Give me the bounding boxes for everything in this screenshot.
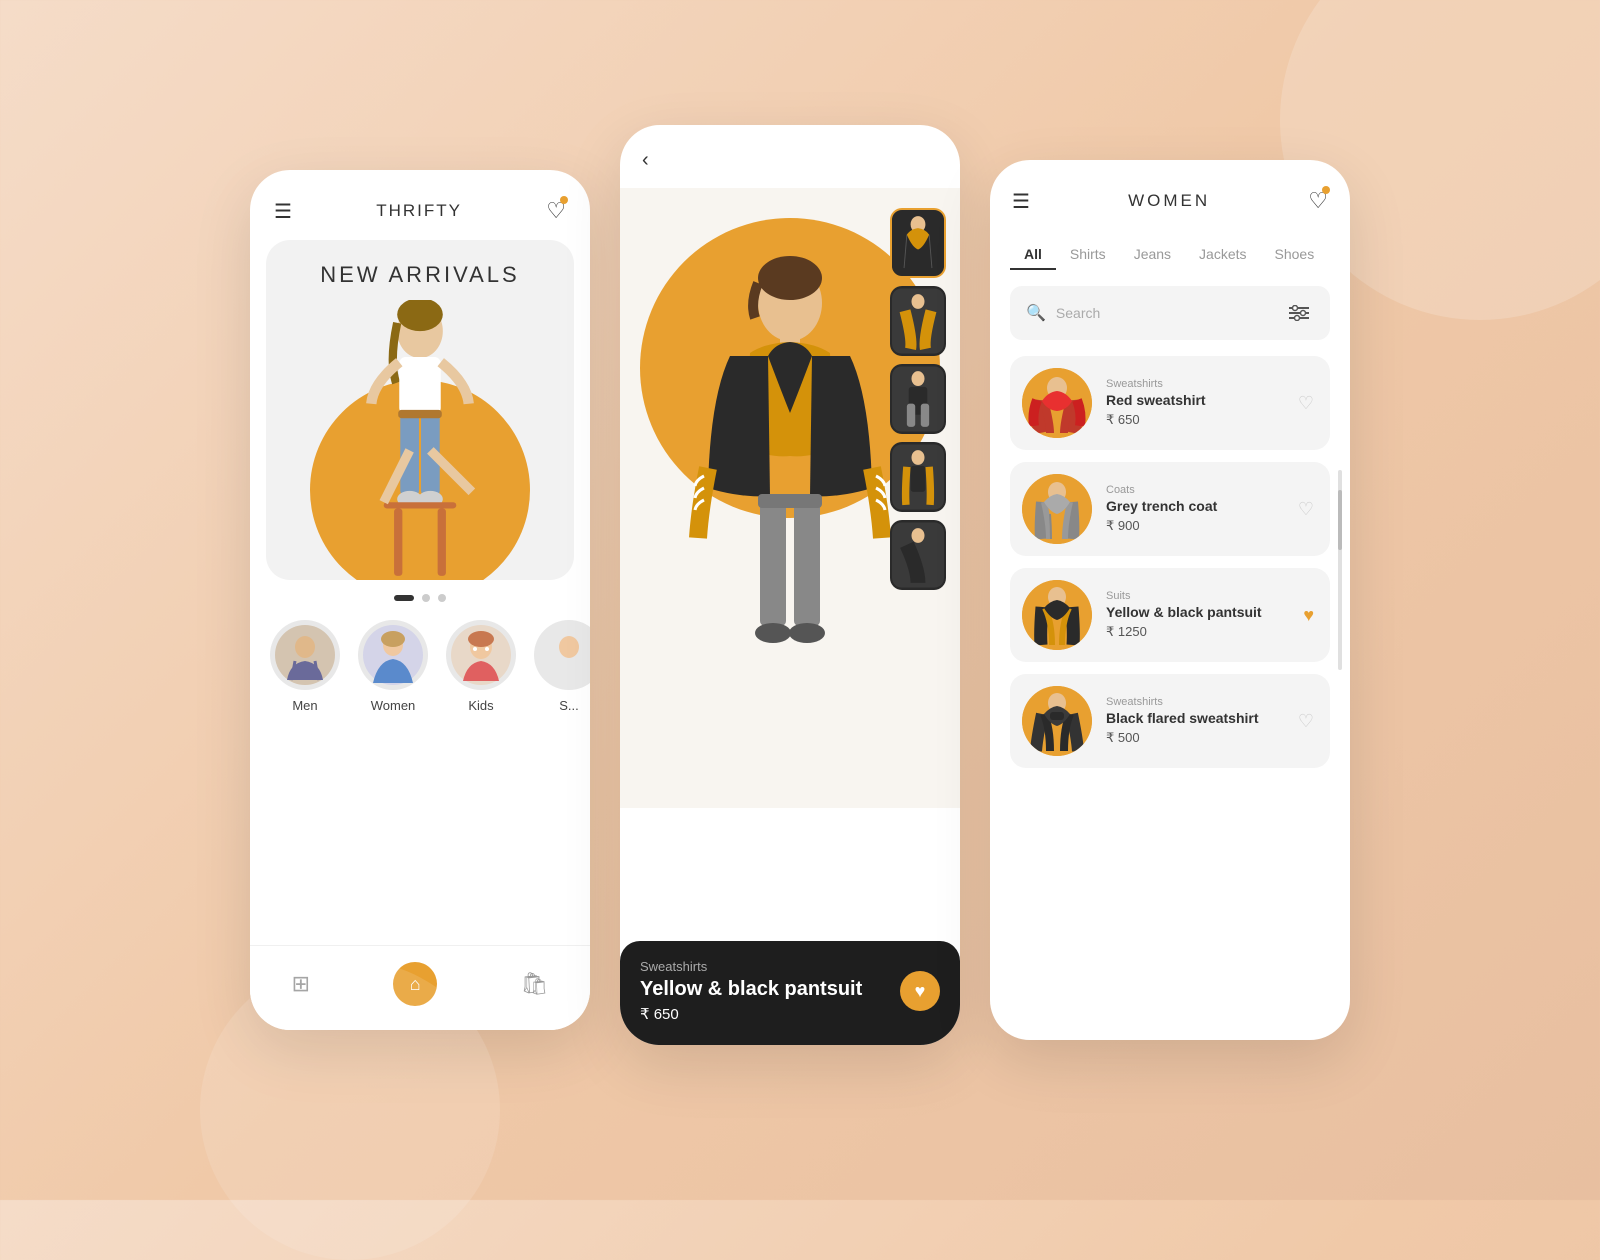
menu-icon-3[interactable]: ☰ [1012,189,1030,214]
back-button[interactable]: ‹ [642,149,649,172]
tab-jeans[interactable]: Jeans [1120,240,1185,270]
product-details-3: Suits Yellow & black pantsuit ₹ 1250 [1106,590,1289,640]
phone-product-detail: ‹ [620,125,960,1045]
phone3-header: ☰ WOMEN ♡ [990,160,1350,230]
product-name: Yellow & black pantsuit [640,978,862,1001]
dot-inactive[interactable] [438,594,446,602]
thumbnail-strip [890,208,946,590]
nav-grid[interactable]: ⊞ [292,971,310,997]
women-label: Women [371,698,416,713]
thumb-4[interactable] [890,442,946,512]
phone-women-list: ☰ WOMEN ♡ All Shirts Jeans Jackets Shoes… [990,160,1350,1040]
thumb-3[interactable] [890,364,946,434]
product-name-4: Black flared sweatshirt [1106,710,1284,726]
tab-shirts[interactable]: Shirts [1056,240,1120,270]
thumb-2[interactable] [890,286,946,356]
product-thumb-2 [1022,474,1092,544]
product-row-4[interactable]: Sweatshirts Black flared sweatshirt ₹ 50… [1010,674,1330,768]
grid-icon: ⊞ [292,971,310,997]
product-row-3[interactable]: Suits Yellow & black pantsuit ₹ 1250 ♥ [1010,568,1330,662]
product-thumb-1 [1022,368,1092,438]
tab-shoes[interactable]: Shoes [1261,240,1329,270]
filter-tabs: All Shirts Jeans Jackets Shoes [990,230,1350,286]
product-category-4: Sweatshirts [1106,696,1284,708]
product-price-4: ₹ 500 [1106,730,1284,746]
product-price-3: ₹ 1250 [1106,624,1289,640]
category-kids[interactable]: Kids [446,620,516,713]
sale-avatar [534,620,590,690]
tab-all[interactable]: All [1010,240,1056,270]
phone-home: ☰ THRIFTY ♡ NEW ARRIVALS [250,170,590,1030]
bag-icon: 🛍 [520,971,548,997]
product-info: Sweatshirts Yellow & black pantsuit ₹ 65… [640,959,862,1023]
thumb-1[interactable] [890,208,946,278]
wishlist-btn[interactable]: ♡ [546,198,566,224]
banner-figure [320,300,520,580]
search-icon: 🔍 [1026,303,1046,323]
main-product-image [620,188,960,808]
nav-home[interactable]: ⌂ [393,962,437,1006]
home-icon: ⌂ [410,974,421,995]
phone1-header: ☰ THRIFTY ♡ [250,170,590,240]
nav-bag[interactable]: 🛍 [520,971,548,997]
category-men[interactable]: Men [270,620,340,713]
product-list: Sweatshirts Red sweatshirt ₹ 650 ♡ [990,356,1350,768]
categories-row: Men Women [250,620,590,713]
app-title: THRIFTY [376,201,462,221]
product-category-3: Suits [1106,590,1289,602]
dot-active[interactable] [394,595,414,601]
product-category-2: Coats [1106,484,1284,496]
banner-title: NEW ARRIVALS [320,262,519,288]
bottom-nav: ⊞ ⌂ 🛍 [250,945,590,1030]
like-btn-1[interactable]: ♡ [1298,393,1314,414]
carousel-dots [250,594,590,602]
product-model [650,228,930,808]
notification-dot [560,196,568,204]
banner: NEW ARRIVALS [266,240,574,580]
product-row-1[interactable]: Sweatshirts Red sweatshirt ₹ 650 ♡ [1010,356,1330,450]
product-price-2: ₹ 900 [1106,518,1284,534]
search-bar[interactable]: 🔍 Search [1010,286,1330,340]
search-input[interactable]: Search [1056,305,1274,321]
kids-avatar [446,620,516,690]
product-details-4: Sweatshirts Black flared sweatshirt ₹ 50… [1106,696,1284,746]
menu-icon[interactable]: ☰ [274,199,292,224]
product-name-2: Grey trench coat [1106,498,1284,514]
product-details-1: Sweatshirts Red sweatshirt ₹ 650 [1106,378,1284,428]
sale-label: S... [559,698,579,713]
category-women[interactable]: Women [358,620,428,713]
product-price-1: ₹ 650 [1106,412,1284,428]
thumb-5[interactable] [890,520,946,590]
product-overlay: Sweatshirts Yellow & black pantsuit ₹ 65… [620,941,960,1045]
phone2-header: ‹ [620,125,960,188]
like-btn-2[interactable]: ♡ [1298,499,1314,520]
product-name-3: Yellow & black pantsuit [1106,604,1289,620]
notification-dot-3 [1322,186,1330,194]
scroll-thumb [1338,490,1342,550]
dot-inactive[interactable] [422,594,430,602]
product-row-2[interactable]: Coats Grey trench coat ₹ 900 ♡ [1010,462,1330,556]
product-details-2: Coats Grey trench coat ₹ 900 [1106,484,1284,534]
product-category: Sweatshirts [640,959,862,974]
men-avatar [270,620,340,690]
product-thumb-4 [1022,686,1092,756]
home-btn[interactable]: ⌂ [393,962,437,1006]
filter-button[interactable] [1284,298,1314,328]
women-title: WOMEN [1128,191,1210,211]
scroll-indicator [1338,470,1342,670]
like-button[interactable]: ♥ [900,971,940,1011]
men-label: Men [292,698,317,713]
wishlist-btn-3[interactable]: ♡ [1308,188,1328,214]
like-btn-4[interactable]: ♡ [1298,711,1314,732]
tab-jackets[interactable]: Jackets [1185,240,1260,270]
product-thumb-3 [1022,580,1092,650]
like-btn-3[interactable]: ♥ [1303,605,1314,626]
category-sale[interactable]: S... [534,620,590,713]
kids-label: Kids [468,698,493,713]
product-name-1: Red sweatshirt [1106,392,1284,408]
product-category-1: Sweatshirts [1106,378,1284,390]
product-price: ₹ 650 [640,1005,862,1023]
women-avatar [358,620,428,690]
